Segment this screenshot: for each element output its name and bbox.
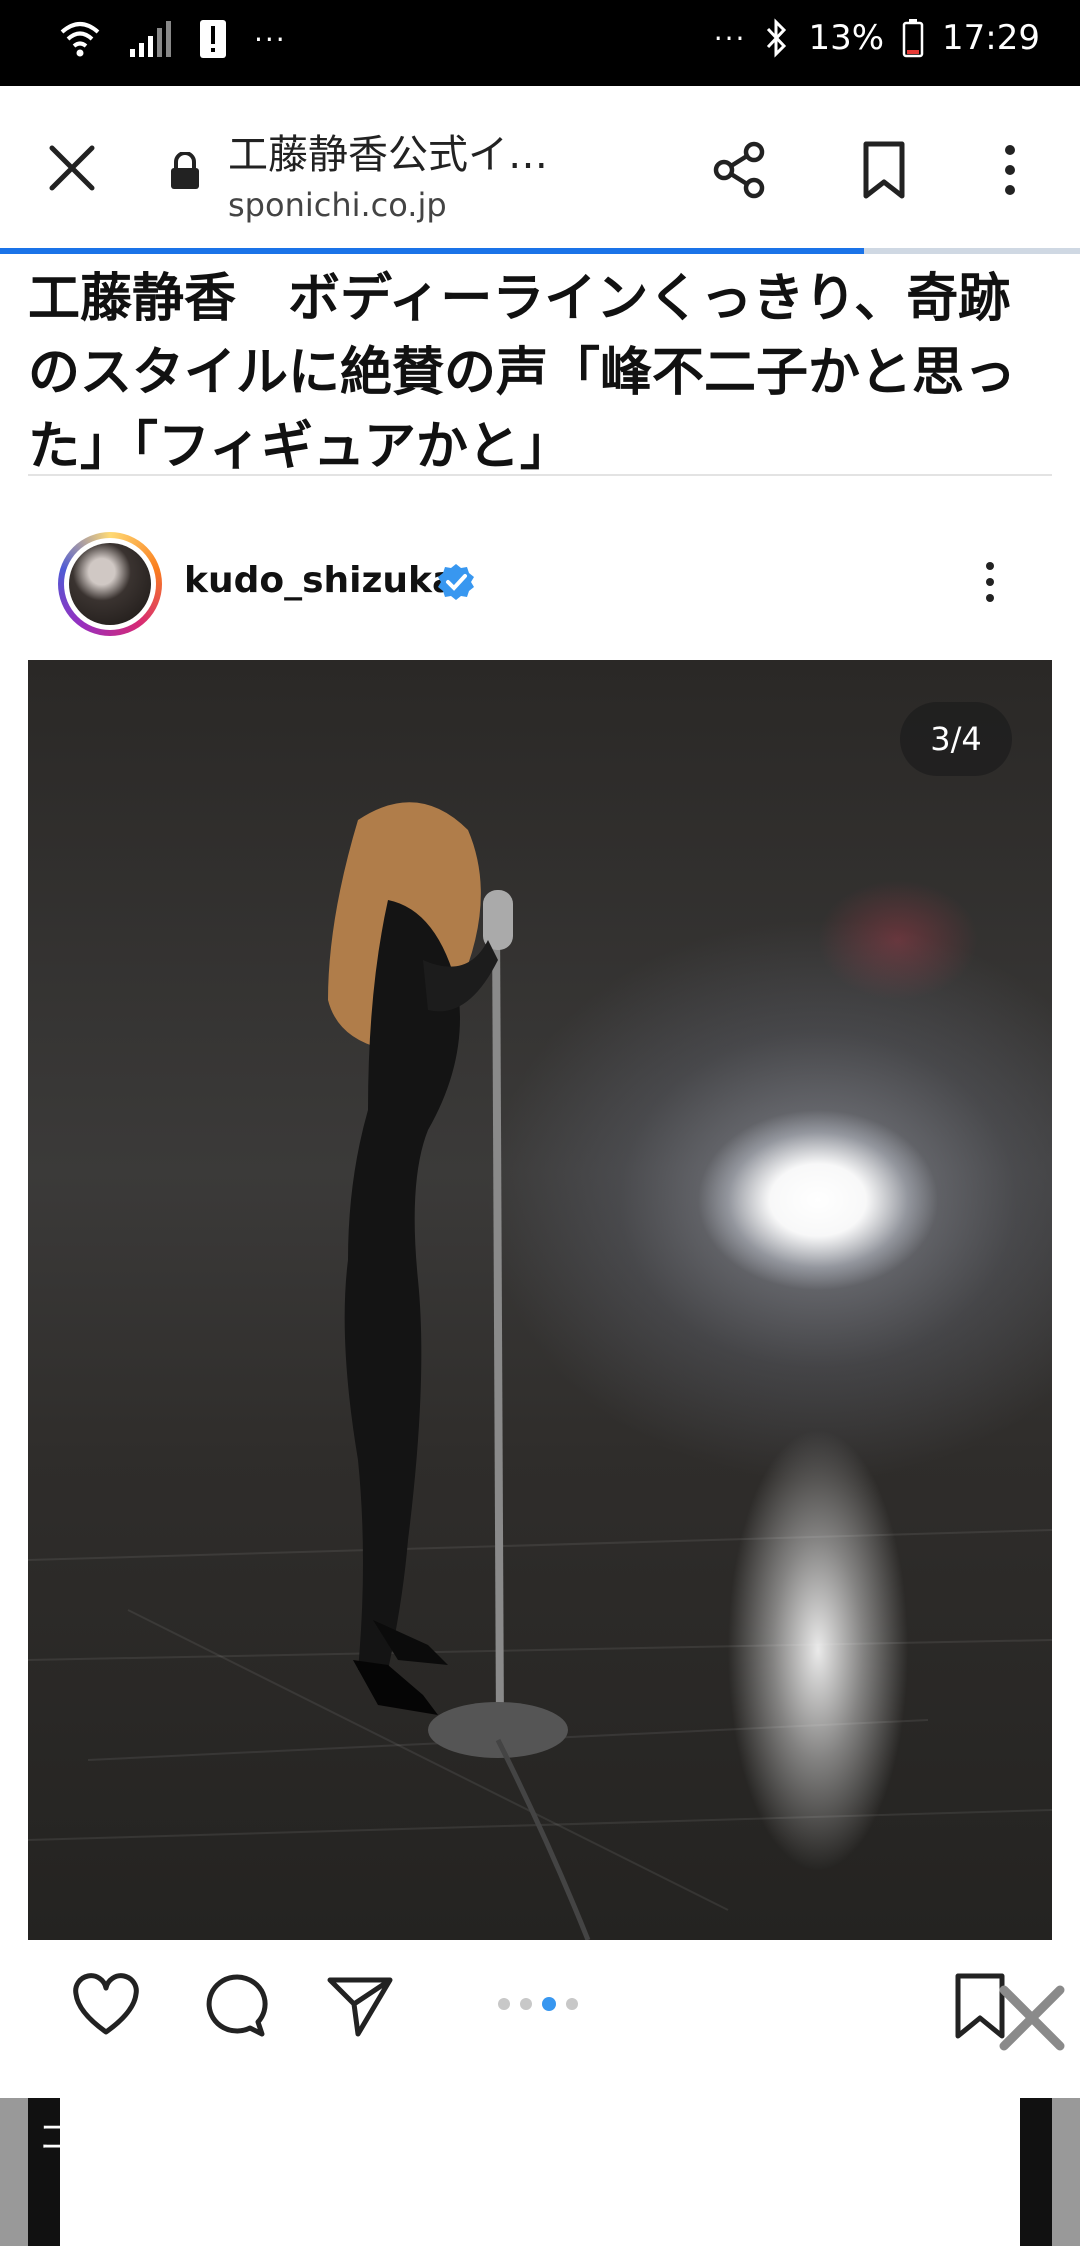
bookmark-icon[interactable]: [854, 138, 914, 202]
alert-icon: [200, 20, 226, 58]
status-left: ···: [58, 18, 287, 60]
comment-icon[interactable]: [198, 1970, 270, 2042]
page-title: 工藤静香公式イ…: [228, 132, 548, 178]
battery-icon: [902, 19, 924, 58]
divider: [28, 474, 1052, 476]
instagram-username[interactable]: kudo_shizuka: [184, 560, 456, 601]
article-headline: 工藤静香 ボディーラインくっきり、奇跡のスタイルに絶賛の声「峰不二子かと思った」…: [28, 269, 1017, 477]
signal-icon: [130, 21, 171, 57]
avatar[interactable]: [58, 532, 162, 636]
instagram-photo[interactable]: 3/4: [28, 660, 1052, 1940]
heart-icon[interactable]: [70, 1970, 142, 2042]
share-icon[interactable]: [708, 138, 772, 202]
carousel-dot: [566, 1998, 578, 2010]
status-right-dots: ···: [713, 21, 747, 55]
bluetooth-icon: [767, 18, 787, 58]
carousel-dot: [520, 1998, 532, 2010]
browser-toolbar: 工藤静香公式イ… sponichi.co.jp: [0, 86, 1080, 256]
wifi-icon: [60, 22, 100, 57]
more-vert-icon[interactable]: [980, 552, 1000, 612]
ad-banner[interactable]: [60, 2098, 1020, 2246]
carousel-dot: [498, 1998, 510, 2010]
page-domain: sponichi.co.jp: [228, 186, 447, 224]
load-progress-fill: [0, 248, 864, 254]
battery-percent: 13%: [808, 18, 885, 58]
close-icon[interactable]: [42, 138, 102, 198]
close-icon[interactable]: [994, 1980, 1070, 2056]
carousel-indicator: [498, 1997, 578, 2011]
lock-icon: [171, 152, 199, 189]
verified-badge-icon: [438, 564, 474, 600]
carousel-dot-active: [542, 1997, 556, 2011]
send-icon[interactable]: [324, 1970, 396, 2042]
status-right: ··· 13% 17:29: [714, 18, 1040, 58]
avatar-frame: [64, 538, 156, 630]
load-progress-bar: [0, 248, 1080, 254]
instagram-embed-header: kudo_shizuka: [28, 510, 1052, 660]
clock: 17:29: [942, 18, 1040, 58]
photo-scene: [28, 802, 1052, 1940]
status-left-dots: ···: [254, 22, 287, 56]
status-bar: ··· ··· 13% 17:29: [0, 0, 1080, 86]
more-vert-icon[interactable]: [990, 138, 1030, 202]
address-bar[interactable]: 工藤静香公式イ… sponichi.co.jp: [228, 122, 648, 224]
avatar-photo: [69, 543, 151, 625]
instagram-actions: [28, 1940, 1052, 2070]
image-counter-badge: 3/4: [900, 702, 1012, 776]
